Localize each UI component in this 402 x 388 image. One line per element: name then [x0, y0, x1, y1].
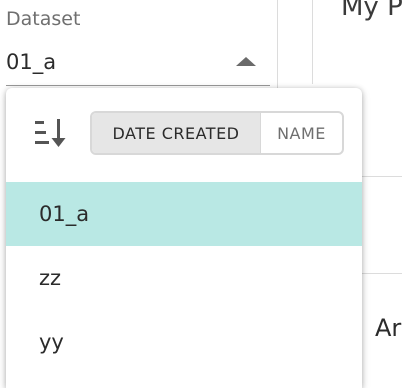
dataset-list: 01_a zz yy — [6, 182, 362, 374]
dataset-select-value[interactable]: 01_a — [6, 50, 56, 74]
caret-up-icon[interactable] — [236, 57, 256, 66]
dataset-option[interactable]: zz — [6, 246, 362, 310]
dataset-select-underline — [6, 85, 270, 86]
divider — [312, 0, 313, 84]
sort-icon[interactable] — [34, 117, 70, 149]
dataset-option[interactable]: yy — [6, 310, 362, 374]
dataset-label: Dataset — [6, 8, 81, 30]
dataset-dropdown-menu: DATE CREATED NAME 01_a zz yy — [6, 88, 362, 388]
divider — [362, 176, 402, 177]
sort-by-date-created-button[interactable]: DATE CREATED — [92, 113, 261, 153]
sort-toggle: DATE CREATED NAME — [90, 111, 344, 155]
background-text: Ar — [375, 314, 402, 342]
divider — [277, 0, 278, 88]
sort-by-name-button[interactable]: NAME — [261, 113, 342, 153]
dataset-option[interactable]: 01_a — [6, 182, 362, 246]
page-title: My P — [341, 0, 402, 22]
divider — [362, 273, 402, 274]
